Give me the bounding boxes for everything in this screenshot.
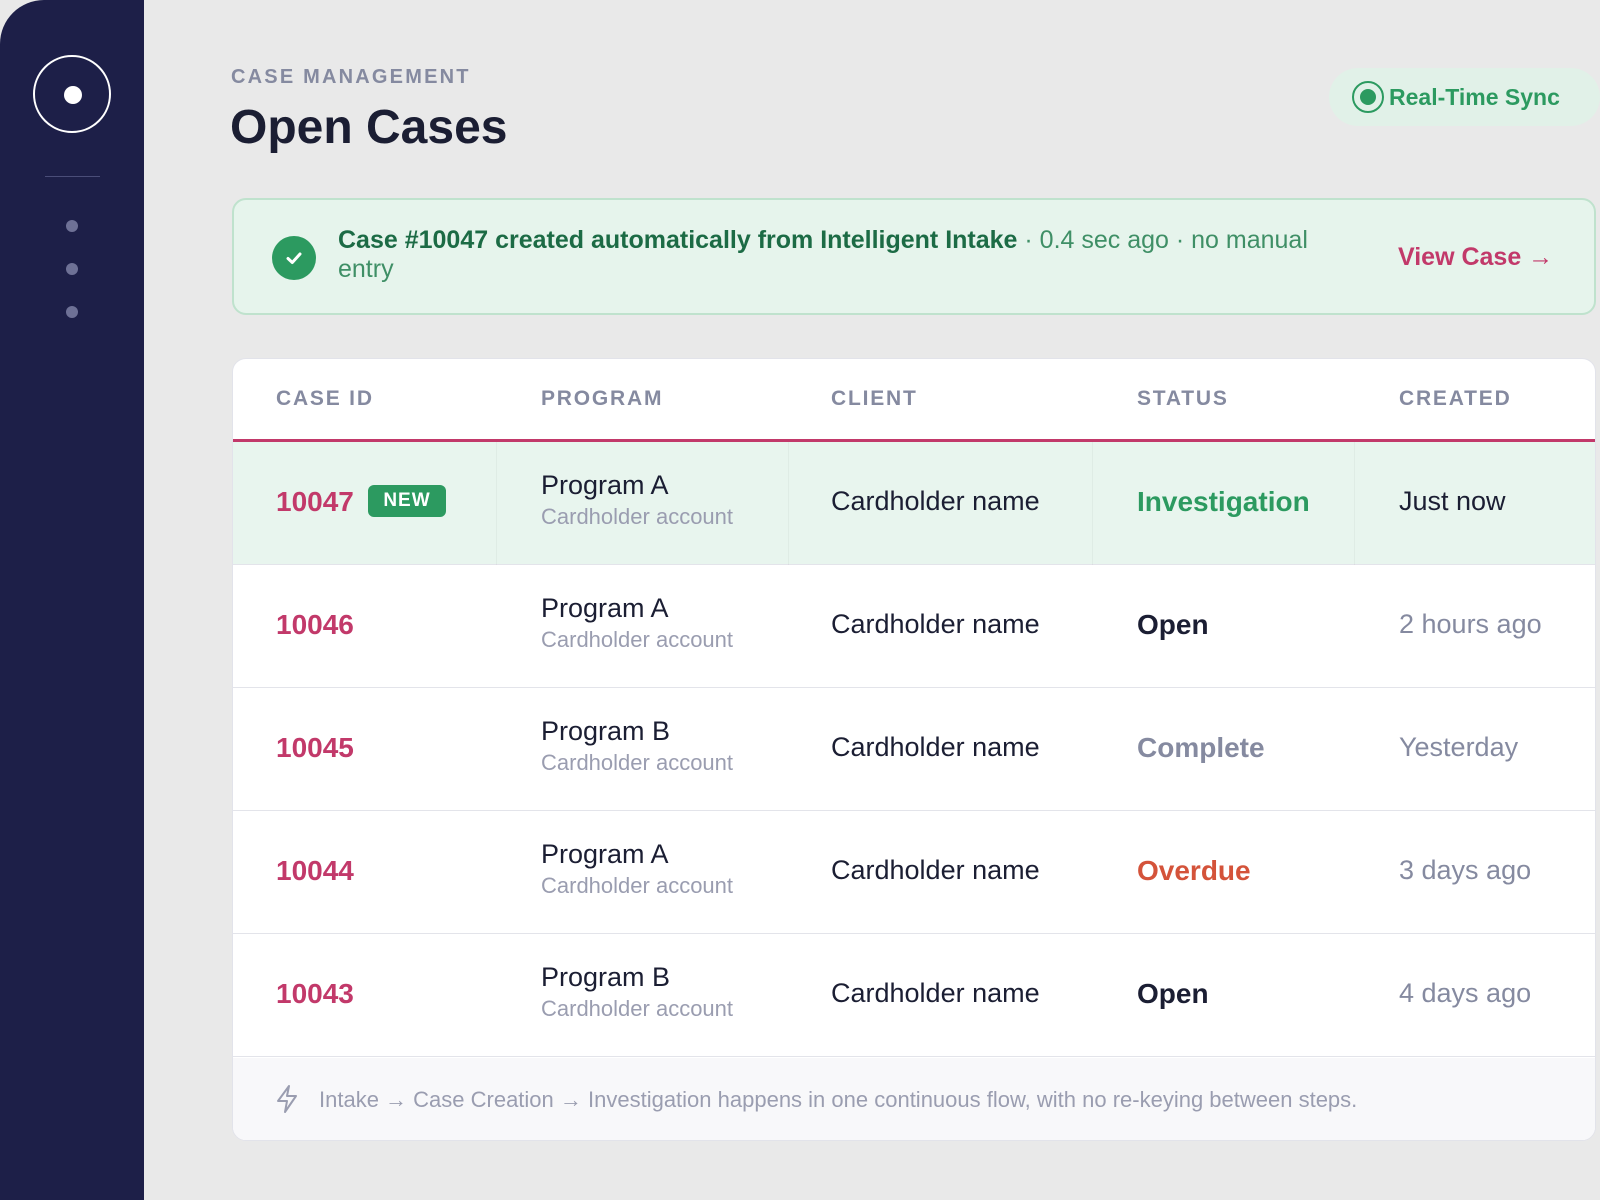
- sidebar-divider: [45, 176, 100, 177]
- created-time: 4 days ago: [1399, 978, 1532, 1008]
- sidebar-nav-dot-3[interactable]: [66, 306, 78, 318]
- app-logo-icon[interactable]: [33, 55, 111, 133]
- created-time: 2 hours ago: [1399, 609, 1542, 639]
- column-header-program[interactable]: PROGRAM: [541, 387, 663, 411]
- client-name: Cardholder name: [831, 732, 1040, 762]
- case-id-link[interactable]: 10044: [276, 855, 354, 887]
- table-row[interactable]: 10047 NEW Program A Cardholder account C…: [233, 442, 1595, 565]
- sidebar-nav-dot-1[interactable]: [66, 220, 78, 232]
- status-complete: Complete: [1137, 732, 1265, 763]
- client-name: Cardholder name: [831, 609, 1040, 639]
- created-time: 3 days ago: [1399, 855, 1532, 885]
- view-case-link[interactable]: View Case →: [1398, 243, 1553, 272]
- new-badge: NEW: [368, 485, 446, 517]
- case-id-link[interactable]: 10046: [276, 609, 354, 641]
- column-header-client[interactable]: CLIENT: [831, 387, 918, 411]
- client-name: Cardholder name: [831, 978, 1040, 1008]
- program-account: Cardholder account: [541, 627, 734, 652]
- program-name: Program A: [541, 593, 669, 623]
- program-account: Cardholder account: [541, 873, 734, 898]
- footer-text: Intake → Case Creation → Investigation h…: [319, 1087, 1358, 1112]
- sidebar-nav-dot-2[interactable]: [66, 263, 78, 275]
- table-row[interactable]: 10044 Program A Cardholder account Cardh…: [233, 811, 1595, 934]
- program-account: Cardholder account: [541, 750, 734, 775]
- program-name: Program A: [541, 470, 669, 500]
- live-dot-icon: [1352, 81, 1384, 113]
- sync-label: Real-Time Sync: [1389, 83, 1560, 110]
- column-header-status[interactable]: STATUS: [1137, 387, 1229, 411]
- table-header: CASE ID PROGRAM CLIENT STATUS CREATED: [233, 359, 1595, 442]
- status-investigation: Investigation: [1137, 486, 1310, 517]
- sidebar: [0, 0, 144, 1200]
- table-row[interactable]: 10046 Program A Cardholder account Cardh…: [233, 565, 1595, 688]
- alert-main-text: Case #10047 created automatically from I…: [338, 226, 1018, 254]
- case-created-alert: Case #10047 created automatically from I…: [232, 198, 1596, 315]
- created-time: Yesterday: [1399, 732, 1519, 762]
- column-separator: [788, 442, 789, 565]
- program-name: Program A: [541, 839, 669, 869]
- alert-message: Case #10047 created automatically from I…: [338, 226, 1368, 284]
- column-separator: [496, 442, 497, 565]
- status-open: Open: [1137, 978, 1209, 1009]
- program-name: Program B: [541, 962, 671, 992]
- program-name: Program B: [541, 716, 671, 746]
- created-time: Just now: [1399, 486, 1506, 516]
- column-separator: [1354, 442, 1355, 565]
- program-account: Cardholder account: [541, 504, 734, 529]
- lightning-icon: [277, 1085, 297, 1113]
- case-id-link[interactable]: 10045: [276, 732, 354, 764]
- case-id-link[interactable]: 10043: [276, 978, 354, 1010]
- column-header-case-id[interactable]: CASE ID: [276, 387, 374, 411]
- page-title: Open Cases: [230, 101, 508, 154]
- check-circle-icon: [272, 236, 316, 280]
- column-header-created[interactable]: CREATED: [1399, 387, 1512, 411]
- client-name: Cardholder name: [831, 855, 1040, 885]
- table-row[interactable]: 10045 Program B Cardholder account Cardh…: [233, 688, 1595, 811]
- status-overdue: Overdue: [1137, 855, 1251, 886]
- status-open: Open: [1137, 609, 1209, 640]
- program-account: Cardholder account: [541, 996, 734, 1021]
- table-row[interactable]: 10043 Program B Cardholder account Cardh…: [233, 934, 1595, 1057]
- flow-footer-note: Intake → Case Creation → Investigation h…: [233, 1058, 1595, 1140]
- section-eyebrow: CASE MANAGEMENT: [231, 66, 471, 88]
- column-separator: [1092, 442, 1093, 565]
- realtime-sync-badge[interactable]: Real-Time Sync: [1329, 68, 1600, 126]
- client-name: Cardholder name: [831, 486, 1040, 516]
- cases-table: CASE ID PROGRAM CLIENT STATUS CREATED 10…: [232, 358, 1596, 1141]
- case-id-link[interactable]: 10047: [276, 486, 354, 518]
